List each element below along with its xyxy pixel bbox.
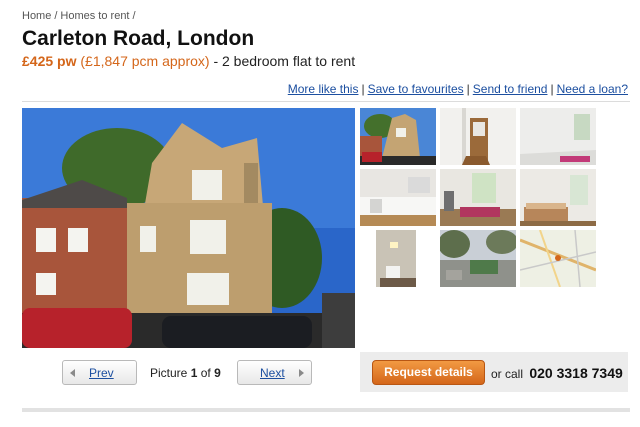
next-button[interactable]: Next (237, 360, 312, 385)
bedroom-empty-thumb (520, 108, 596, 165)
breadcrumb-homes-to-rent-link[interactable]: Homes to rent (60, 10, 129, 22)
divider (22, 101, 630, 102)
breadcrumb-home-link[interactable]: Home (22, 10, 51, 22)
thumbnail-4[interactable] (360, 169, 436, 226)
garden-thumb (440, 230, 516, 287)
picture-total: 9 (214, 366, 221, 380)
picture-current: 1 (190, 366, 198, 380)
thumbnail-6[interactable] (520, 169, 596, 226)
picture-pager: Prev Picture 1 of 9 Next (22, 352, 355, 392)
hallway-thumb (440, 108, 516, 165)
link-separator: | (550, 82, 554, 96)
action-links: More like this | Save to favourites | Send t… (288, 82, 628, 96)
prev-label: Prev (89, 366, 114, 380)
save-to-favourites-link[interactable]: Save to favourites (368, 82, 464, 96)
picture-word: Picture (150, 366, 188, 380)
thumbnail-7[interactable] (360, 230, 436, 287)
map-thumb (520, 230, 596, 287)
picture-of-word: of (200, 366, 211, 380)
thumbnail-5[interactable] (440, 169, 516, 226)
arrow-right-icon (299, 369, 304, 377)
main-photo[interactable] (22, 108, 355, 348)
price-line: £425 pw (£1,847 pcm approx) - 2 bedroom … (22, 53, 355, 69)
house-exterior-thumb (360, 108, 436, 165)
send-to-friend-link[interactable]: Send to friend (473, 82, 548, 96)
or-call-label: or call (491, 367, 524, 381)
footer-divider (22, 408, 630, 412)
thumbnail-3[interactable] (520, 108, 596, 165)
picture-counter: Picture 1 of 9 (150, 366, 221, 380)
thumbnail-8[interactable] (440, 230, 516, 287)
prev-button[interactable]: Prev (62, 360, 137, 385)
thumbnail-2[interactable] (440, 108, 516, 165)
thumbnail-9[interactable] (520, 230, 596, 287)
breadcrumb-separator: / (54, 10, 58, 22)
link-separator: | (466, 82, 470, 96)
page-title: Carleton Road, London (22, 27, 255, 50)
request-details-button[interactable]: Request details (372, 360, 485, 385)
need-a-loan-link[interactable]: Need a loan? (557, 82, 628, 96)
breadcrumb-separator: / (132, 10, 136, 22)
thumbnail-1[interactable] (360, 108, 436, 165)
bedroom-bed-thumb (520, 169, 596, 226)
kitchen-thumb (360, 169, 436, 226)
living-room-thumb (440, 169, 516, 226)
phone-number: 020 3318 7349 (529, 365, 623, 381)
next-label: Next (260, 366, 285, 380)
house-exterior-photo (22, 108, 355, 348)
link-separator: | (361, 82, 365, 96)
breadcrumb: Home / Homes to rent / (22, 10, 139, 22)
weekly-price: £425 pw (22, 53, 77, 69)
contact-panel: Request details or call 020 3318 7349 (360, 352, 628, 392)
arrow-left-icon (70, 369, 75, 377)
bathroom-thumb (360, 230, 436, 287)
call-line: or call 020 3318 7349 (491, 365, 623, 381)
property-description: - 2 bedroom flat to rent (209, 53, 356, 69)
more-like-this-link[interactable]: More like this (288, 82, 359, 96)
monthly-price: (£1,847 pcm approx) (80, 53, 210, 69)
